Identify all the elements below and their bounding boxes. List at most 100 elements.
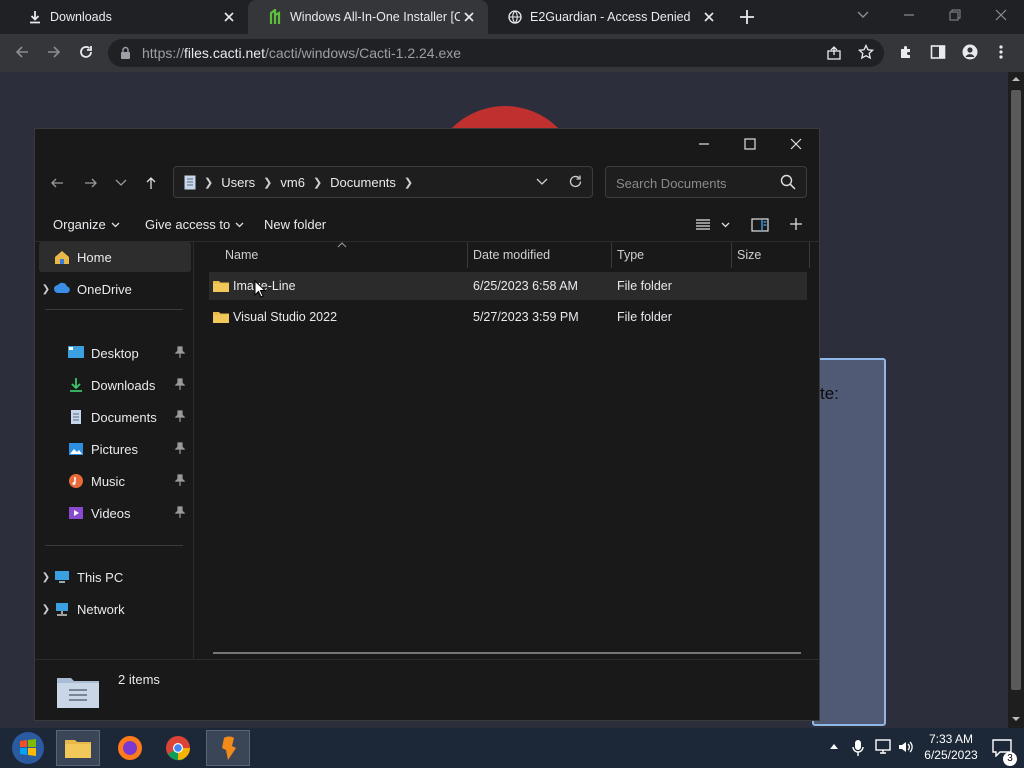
tab-e2guardian[interactable]: E2Guardian - Access Denied [488,0,728,34]
organize-button[interactable]: Organize [53,217,120,232]
file-name[interactable]: Visual Studio 2022 [233,310,337,324]
side-panel-icon[interactable] [930,44,946,60]
command-bar: Organize Give access to New folder [35,209,819,242]
sidebar-item-desktop[interactable]: Desktop [39,338,191,368]
add-icon[interactable] [789,217,803,231]
address-history-chevron-icon[interactable] [536,178,548,186]
column-header-date-modified[interactable]: Date modified [473,242,550,268]
status-bar: 2 items [35,659,819,722]
expand-chevron-icon[interactable]: ❯ [39,572,53,583]
explorer-minimize-icon[interactable] [681,129,727,159]
column-header-size[interactable]: Size [737,242,761,268]
preview-pane-icon[interactable] [751,218,769,232]
reload-icon[interactable] [78,44,94,60]
forward-icon[interactable] [46,44,62,60]
search-icon[interactable] [780,174,796,190]
lock-icon[interactable] [120,46,131,60]
pin-icon[interactable] [175,410,185,422]
bookmark-star-icon[interactable] [858,44,874,60]
recent-locations-chevron-icon[interactable] [107,169,135,197]
page-panel-text: te: [820,384,839,403]
new-folder-button[interactable]: New folder [264,217,326,232]
up-one-level-icon[interactable] [137,169,165,197]
sidebar-item-onedrive[interactable]: ❯ OneDrive [39,274,191,304]
taskbar-chrome[interactable] [156,730,200,766]
restore-icon[interactable] [948,8,962,22]
sidebar-item-this-pc[interactable]: ❯ This PC [39,562,191,592]
breadcrumb-documents[interactable]: Documents [324,175,402,190]
breadcrumb-separator-icon[interactable]: ❯ [402,176,415,189]
network-status-icon[interactable] [874,739,892,755]
minimize-icon[interactable] [902,8,916,22]
tab-close-icon[interactable] [220,8,238,26]
view-details-icon[interactable] [695,218,711,232]
pin-icon[interactable] [175,442,185,454]
sidebar-item-videos[interactable]: Videos [39,498,191,528]
sidebar-item-home[interactable]: Home [39,242,191,272]
menu-kebab-icon[interactable] [998,44,1004,60]
start-button[interactable] [6,730,50,766]
explorer-maximize-icon[interactable] [727,129,773,159]
volume-icon[interactable] [898,740,914,754]
explorer-back-icon[interactable] [43,169,71,197]
tab-cacti-installer[interactable]: Windows All-In-One Installer [Ca [248,0,488,34]
expand-chevron-icon[interactable]: ❯ [39,284,53,295]
show-hidden-icons-icon[interactable] [829,742,839,750]
sidebar-item-documents[interactable]: Documents [39,402,191,432]
profile-icon[interactable] [962,44,978,60]
system-clock[interactable]: 7:33 AM 6/25/2023 [920,731,982,763]
new-tab-icon[interactable] [738,8,756,26]
breadcrumb-users[interactable]: Users [215,175,261,190]
breadcrumb: ❯ Users ❯ vm6 ❯ Documents ❯ [202,167,415,197]
refresh-icon[interactable] [568,174,583,189]
sidebar-item-network[interactable]: ❯ Network [39,594,191,624]
search-input[interactable] [614,173,778,193]
microphone-icon[interactable] [852,739,864,757]
share-icon[interactable] [826,45,842,61]
tab-close-icon[interactable] [700,8,718,26]
page-scrollbar-thumb[interactable] [1011,90,1021,690]
cacti-favicon [269,9,281,24]
taskbar-firefox[interactable] [108,730,152,766]
search-box[interactable] [605,166,807,198]
file-explorer-window: ❯ Users ❯ vm6 ❯ Documents ❯ Organize Giv… [34,128,820,721]
taskbar-file-explorer[interactable] [56,730,100,766]
column-divider[interactable] [467,242,468,268]
close-window-icon[interactable] [994,8,1008,22]
extensions-puzzle-icon[interactable] [898,44,914,60]
scroll-down-icon[interactable] [1011,716,1021,722]
column-header-row: Name Date modified Type Size [205,242,811,268]
sidebar-item-pictures[interactable]: Pictures [39,434,191,464]
file-type: File folder [617,279,672,293]
tab-search-chevron-icon[interactable] [856,10,870,20]
explorer-forward-icon[interactable] [77,169,105,197]
view-options-chevron-icon[interactable] [721,222,730,228]
table-row[interactable]: Visual Studio 2022 5/27/2023 3:59 PM Fil… [209,303,807,331]
sidebar-item-downloads[interactable]: Downloads [39,370,191,400]
pin-icon[interactable] [175,474,185,486]
taskbar-fl-studio[interactable] [206,730,250,766]
explorer-address-bar[interactable]: ❯ Users ❯ vm6 ❯ Documents ❯ [173,166,593,198]
scroll-up-icon[interactable] [1011,76,1021,82]
expand-chevron-icon[interactable]: ❯ [39,604,53,615]
pin-icon[interactable] [175,346,185,358]
give-access-button[interactable]: Give access to [145,217,244,232]
sidebar-item-music[interactable]: Music [39,466,191,496]
url-text[interactable]: https://files.cacti.net/cacti/windows/Ca… [142,45,461,61]
column-divider[interactable] [731,242,732,268]
pin-icon[interactable] [175,378,185,390]
file-date: 5/27/2023 3:59 PM [473,310,579,324]
column-header-type[interactable]: Type [617,242,644,268]
tab-downloads[interactable]: Downloads [8,0,248,34]
column-header-name[interactable]: Name [225,242,258,268]
tab-close-icon[interactable] [460,8,478,26]
pin-icon[interactable] [175,506,185,518]
pane-splitter[interactable] [193,242,194,660]
table-row[interactable]: Image-Line 6/25/2023 6:58 AM File folder [209,272,807,300]
horizontal-scrollbar[interactable] [213,652,801,654]
column-divider[interactable] [611,242,612,268]
breadcrumb-vm6[interactable]: vm6 [274,175,311,190]
back-icon[interactable] [14,44,30,60]
column-divider[interactable] [809,242,810,268]
explorer-close-icon[interactable] [773,129,819,159]
